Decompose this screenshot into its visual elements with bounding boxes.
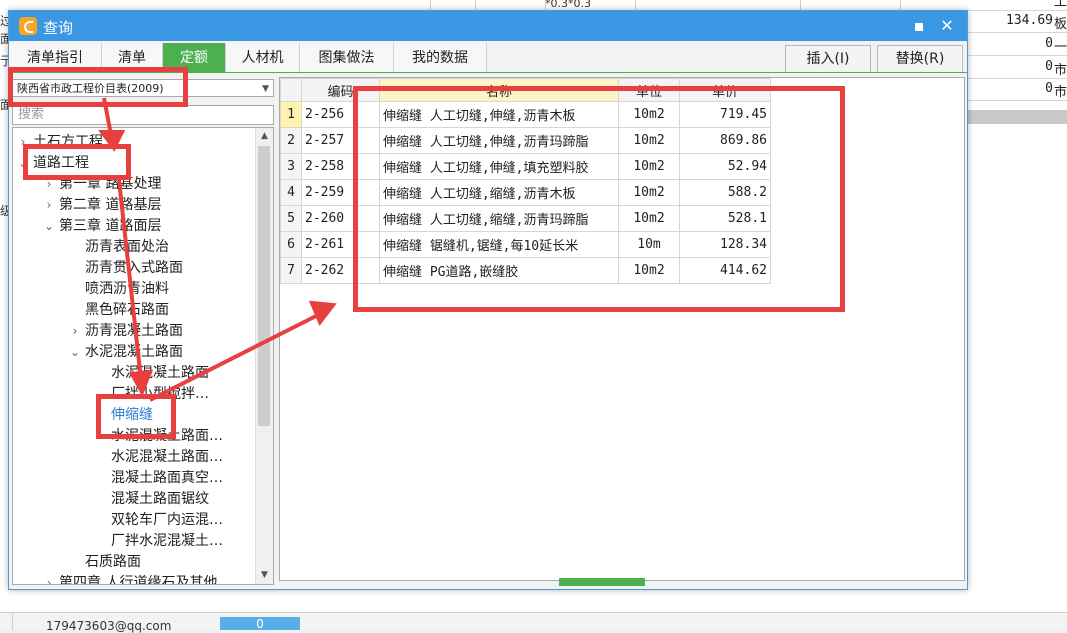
tree-node-label: 水泥混凝土路面… [111,449,223,465]
tree-node[interactable]: › 第二章 道路基层 [47,195,162,216]
row-index[interactable]: 2 [280,127,302,154]
scroll-up-icon[interactable]: ▲ [256,128,273,145]
row-index[interactable]: 6 [280,231,302,258]
header-index [280,78,302,102]
scroll-down-icon[interactable]: ▼ [256,567,273,584]
annotation-box-results [353,86,845,312]
tree-node[interactable]: 沥青贯入式路面 [85,258,183,279]
tree-scrollbar[interactable]: ▲ ▼ [255,128,273,584]
tree-node-label: 黑色碎石路面 [85,302,169,318]
chevron-down-icon[interactable]: ⌄ [69,342,81,363]
row-index[interactable]: 4 [280,179,302,206]
bg-left-text: 面 [0,98,8,112]
bg-row: 0一 [966,33,1067,56]
annotation-box-joint [96,394,176,439]
bg-row: 0市 [966,56,1067,79]
tree-node[interactable]: ⌄ 第三章 道路面层 [44,216,162,237]
tab-labor-material[interactable]: 人材机 [226,43,300,73]
tree-node-label: 水泥混凝土路面 [85,344,183,360]
tab-atlas[interactable]: 图集做法 [300,43,394,73]
bg-grid-line [545,0,546,10]
status-blue-indicator[interactable]: 0 [220,617,300,631]
tree-node-label: 石质路面 [85,554,141,570]
tree-node-label: 混凝土路面真空… [111,470,223,486]
replace-button[interactable]: 替换(R) [877,45,963,73]
row-index[interactable]: 7 [280,257,302,284]
tree-node-label: 沥青表面处治 [85,239,169,255]
close-button[interactable]: ✕ [935,14,959,38]
tree-node[interactable]: 水泥混凝土路面… [111,447,223,468]
tree-node[interactable]: 石质路面 [85,552,141,573]
bg-grid-line [800,0,801,10]
bg-grid-line [430,0,431,10]
tab-my-data[interactable]: 我的数据 [394,43,487,73]
tree-node-label: 厂拌水泥混凝土… [111,533,223,549]
tree-node[interactable]: ⌄ 水泥混凝土路面 [70,342,183,363]
tree-node-label: 水泥混凝土路面 [111,365,209,381]
bg-grid-line [900,0,901,10]
row-index[interactable]: 1 [280,101,302,128]
chevron-down-icon[interactable]: ⌄ [43,216,55,237]
row-index[interactable]: 3 [280,153,302,180]
annotation-box-road [23,144,131,180]
collapse-handle[interactable] [559,578,645,586]
bg-left-text: 面 [0,32,8,46]
tree-node-label: 沥青混凝土路面 [85,323,183,339]
status-separator [12,613,13,630]
chevron-down-icon[interactable]: ▼ [262,80,269,98]
tree-node[interactable]: 喷洒沥青油料 [85,279,169,300]
tree-node-label: 混凝土路面锯纹 [111,491,209,507]
minimize-button[interactable]: ▪ [907,14,931,38]
tree-node-label: 沥青贯入式路面 [85,260,183,276]
bg-row: 0市 [966,78,1067,101]
annotation-box-catalog [8,67,188,107]
bg-top-cell: *0.3*0.3 [545,0,591,9]
search-input[interactable]: 搜索 [12,105,274,125]
bg-grid-line [475,0,476,10]
bg-left-text: 过 [0,14,8,28]
bg-left-text: 亍 [0,54,8,68]
app-logo-icon [19,17,37,35]
chevron-right-icon[interactable]: › [69,321,81,342]
tree-node[interactable]: 混凝土路面真空… [111,468,223,489]
tree-node[interactable]: 混凝土路面锯纹 [111,489,209,510]
tree-node[interactable]: 黑色碎石路面 [85,300,169,321]
tree-node-label: 第二章 道路基层 [59,197,162,213]
tree-node[interactable]: 双轮车厂内运混… [111,510,223,531]
scroll-thumb[interactable] [258,146,270,426]
bg-gray-bar [966,110,1067,124]
chapter-tree: ▲ ▼ › 土石方工程 ⌄ 道路工程 › 第一章 路基处理 › 第二章 道路基层 ⌄ 第三章 道路… [12,127,274,585]
chevron-right-icon[interactable]: › [43,195,55,216]
bg-left-text: 级 [0,204,8,218]
tree-node-label: 第三章 道路面层 [59,218,162,234]
status-bar: 179473603@qq.com 0 [0,612,1067,633]
tree-node[interactable]: 厂拌水泥混凝土… [111,531,223,552]
tree-node-label: 第四章 人行道缘石及其他 [59,575,218,585]
row-index[interactable]: 5 [280,205,302,232]
tree-node[interactable]: 水泥混凝土路面 [111,363,209,384]
tree-node[interactable]: 沥青表面处治 [85,237,169,258]
tree-node[interactable]: › 第四章 人行道缘石及其他 [47,573,218,585]
tree-node-label: 喷洒沥青油料 [85,281,169,297]
bg-row: 134.69 板 [966,10,1067,33]
dialog-titlebar[interactable]: 查询 ▪ ✕ [9,11,967,41]
status-email: 179473603@qq.com [46,619,172,633]
tree-node[interactable]: › 沥青混凝土路面 [73,321,183,342]
bg-grid-line [635,0,636,10]
insert-button[interactable]: 插入(I) [785,45,871,73]
chevron-right-icon[interactable]: › [43,573,55,584]
dialog-title: 查询 [43,19,74,37]
tree-node-label: 双轮车厂内运混… [111,512,223,528]
